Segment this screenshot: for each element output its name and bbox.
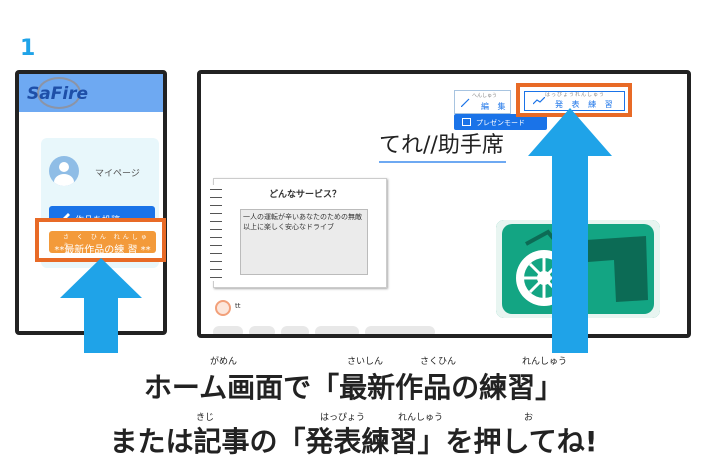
mypage-link[interactable]: マイページ — [95, 166, 140, 179]
caption-line-1: ホーム画面で「最新作品の練習」 — [143, 371, 564, 404]
practice-label: **最新作品の練 習 ** — [54, 245, 151, 256]
edit-label: 編 集 — [481, 102, 509, 111]
tag-chip[interactable] — [249, 326, 275, 334]
spiral-binding — [210, 185, 222, 281]
pencil-icon — [461, 98, 470, 107]
user-avatar-icon — [49, 156, 79, 186]
author-avatar-icon — [215, 300, 231, 316]
tag-chip[interactable] — [315, 326, 359, 334]
notebook-textarea[interactable]: 一人の運転が辛いあなたのための無敵以上に楽しく安心なドライブ — [240, 209, 368, 275]
app-logo: SaFire — [27, 84, 89, 104]
caption-line-2: または記事の「発表練習」を押してね! — [109, 425, 598, 458]
notebook-title: どんなサービス？ — [269, 190, 342, 200]
step-number: 1 — [20, 36, 36, 61]
author-name: tt — [235, 302, 241, 310]
trend-icon — [533, 97, 545, 105]
edit-ruby: へんしゅう — [472, 93, 498, 99]
notebook-card: どんなサービス？ 一人の運転が辛いあなたのための無敵以上に楽しく安心なドライブ — [210, 178, 387, 288]
practice-highlight: さ く ひん れんしゅう **最新作品の練 習 ** — [35, 218, 166, 262]
tag-chip[interactable] — [281, 326, 309, 334]
up-arrow-icon — [60, 258, 142, 353]
latest-work-practice-button[interactable]: さ く ひん れんしゅう **最新作品の練 習 ** — [49, 231, 156, 256]
tag-chip[interactable] — [213, 326, 243, 334]
present-ruby: はっぴょうれんしゅう — [545, 92, 606, 98]
video-icon — [462, 118, 471, 126]
tag-chip[interactable] — [365, 326, 435, 334]
article-title: てれ//助手席 — [379, 127, 506, 163]
tag-list — [213, 326, 513, 334]
phone-header: SaFire — [19, 74, 163, 112]
up-arrow-icon — [528, 108, 612, 353]
edit-button[interactable]: へんしゅう 編 集 — [454, 90, 511, 114]
article-screen: へんしゅう 編 集 プレゼンモード はっぴょうれんしゅう 発 表 練 習 てれ/… — [197, 70, 691, 338]
